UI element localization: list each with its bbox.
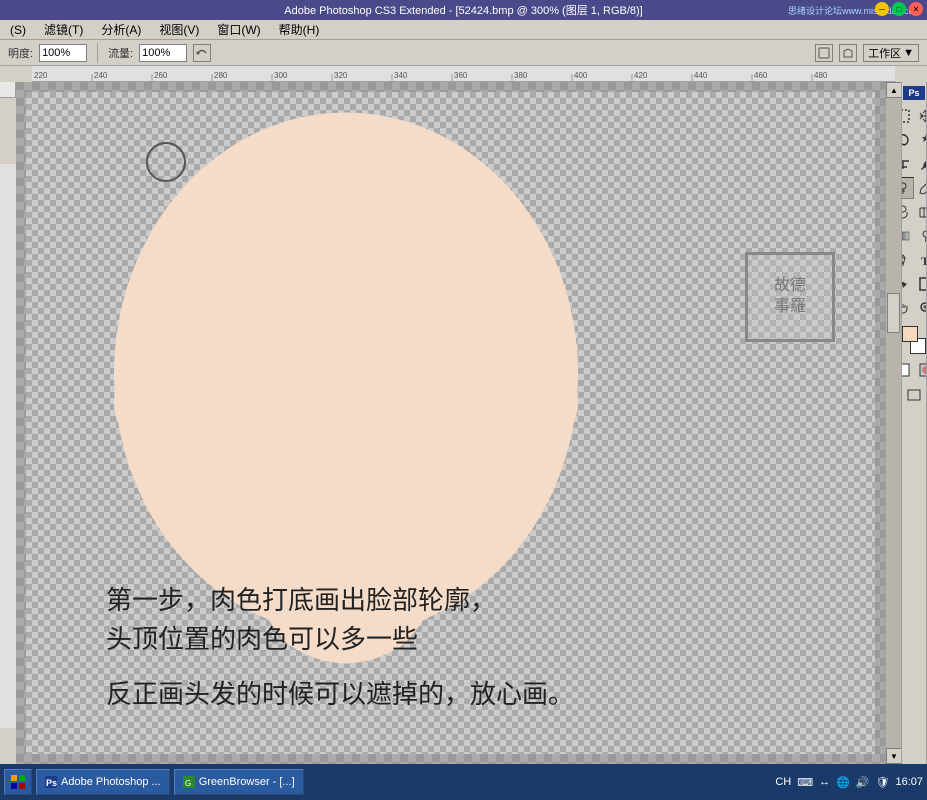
- taskbar-keyboard-icon: ⌨: [797, 776, 813, 789]
- dodge-tool[interactable]: [915, 225, 927, 247]
- watermark-stamp: 故德 事羅: [745, 252, 835, 342]
- heal-tool[interactable]: [901, 177, 914, 199]
- separator-1: [97, 43, 98, 63]
- svg-text:G: G: [185, 779, 191, 788]
- svg-text:460: 460: [754, 71, 768, 80]
- lasso-tool[interactable]: [901, 129, 914, 151]
- eyedropper-tool[interactable]: [915, 153, 927, 175]
- browser-taskbar-icon: G: [183, 776, 195, 788]
- ruler-corner: [0, 82, 16, 98]
- path-select-tool[interactable]: [901, 273, 914, 295]
- taskbar-time: 16:07: [895, 776, 923, 788]
- taskbar-right: CH ⌨ ↔ 🌐 🔊 🛡 16:07: [775, 776, 923, 789]
- svg-text:320: 320: [334, 71, 348, 80]
- menu-item-s[interactable]: (S): [4, 22, 32, 38]
- vertical-scrollbar: ▲ ▼: [885, 82, 901, 764]
- title-bar: Adobe Photoshop CS3 Extended - [52424.bm…: [0, 0, 927, 20]
- options-bar: 明度: 流量: 工作区 ▼: [0, 40, 927, 66]
- taskbar-sound-icon: 🔊: [856, 776, 870, 789]
- svg-text:340: 340: [394, 71, 408, 80]
- menu-item-window[interactable]: 窗口(W): [211, 20, 266, 39]
- minimize-button[interactable]: ─: [875, 2, 889, 16]
- opacity-input[interactable]: [39, 44, 87, 62]
- menu-item-help[interactable]: 帮助(H): [273, 20, 326, 39]
- options-icon-2[interactable]: [839, 44, 857, 62]
- marquee-tool[interactable]: [901, 105, 914, 127]
- flow-input[interactable]: [139, 44, 187, 62]
- toolbox: Ps: [901, 82, 927, 764]
- start-button[interactable]: [4, 769, 32, 795]
- type-tool[interactable]: T: [915, 249, 927, 271]
- menu-item-analyze[interactable]: 分析(A): [95, 20, 147, 39]
- ps-canvas: 故德 事羅 第一步，肉色打底画出脸部轮廓， 头顶位置的肉色可以多一些 反正画头发…: [26, 92, 875, 754]
- text-line1: 第一步，肉色打底画出脸部轮廓，: [106, 581, 574, 620]
- brush-cursor: [146, 142, 186, 182]
- options-icon-1[interactable]: [815, 44, 833, 62]
- ps-logo: Ps: [903, 86, 925, 100]
- svg-text:380: 380: [514, 71, 528, 80]
- svg-text:220: 220: [34, 71, 48, 80]
- workspace-chevron-icon: ▼: [903, 47, 914, 59]
- close-button[interactable]: ✕: [909, 2, 923, 16]
- move-tool[interactable]: [915, 105, 927, 127]
- window-controls: ─ □ ✕: [875, 2, 923, 16]
- scroll-thumb-v[interactable]: [887, 293, 900, 333]
- maximize-button[interactable]: □: [892, 2, 906, 16]
- ps-taskbar-button[interactable]: Ps Adobe Photoshop ...: [36, 769, 170, 795]
- scroll-down-button[interactable]: ▼: [886, 748, 901, 764]
- taskbar: Ps Adobe Photoshop ... G GreenBrowser - …: [0, 764, 927, 800]
- menu-bar: (S) 滤镜(T) 分析(A) 视图(V) 窗口(W) 帮助(H): [0, 20, 927, 40]
- zoom-tool[interactable]: [915, 297, 927, 319]
- main-area: 故德 事羅 第一步，肉色打底画出脸部轮廓， 头顶位置的肉色可以多一些 反正画头发…: [0, 82, 927, 764]
- svg-text:420: 420: [634, 71, 648, 80]
- taskbar-network-icon: ↔: [819, 776, 830, 788]
- clone-tool[interactable]: [901, 201, 914, 223]
- scroll-up-button[interactable]: ▲: [886, 82, 901, 98]
- eraser-tool[interactable]: [915, 201, 927, 223]
- svg-text:440: 440: [694, 71, 708, 80]
- menu-item-view[interactable]: 视图(V): [153, 20, 205, 39]
- svg-text:260: 260: [154, 71, 168, 80]
- svg-text:480: 480: [814, 71, 828, 80]
- menu-item-filter[interactable]: 滤镜(T): [38, 20, 89, 39]
- svg-text:Ps: Ps: [46, 778, 57, 788]
- pen-tool[interactable]: [901, 249, 914, 271]
- horizontal-ruler: 220 240 260 280 300 320 340 360 380 400: [32, 66, 895, 82]
- taskbar-security-icon: 🛡: [876, 776, 890, 789]
- start-icon: [10, 774, 26, 790]
- canvas-area: 故德 事羅 第一步，肉色打底画出脸部轮廓， 头顶位置的肉色可以多一些 反正画头发…: [16, 82, 901, 764]
- ps-taskbar-icon: Ps: [45, 776, 57, 788]
- svg-text:240: 240: [94, 71, 108, 80]
- taskbar-ch-icon: CH: [775, 776, 791, 788]
- svg-text:300: 300: [274, 71, 288, 80]
- crop-tool[interactable]: [901, 153, 914, 175]
- browser-taskbar-button[interactable]: G GreenBrowser - [...]: [174, 769, 304, 795]
- svg-text:360: 360: [454, 71, 468, 80]
- foreground-color-swatch[interactable]: [902, 326, 918, 342]
- ruler-ticks-h: 220 240 260 280 300 320 340 360 380 400: [32, 66, 895, 82]
- vertical-ruler: [0, 164, 16, 728]
- scroll-track-v[interactable]: [886, 98, 901, 748]
- svg-text:T: T: [921, 254, 927, 267]
- flow-label: 流量:: [108, 45, 133, 61]
- airbrush-icon[interactable]: [193, 44, 211, 62]
- text-line2: 头顶位置的肉色可以多一些: [106, 620, 574, 659]
- standard-mode-button[interactable]: [901, 359, 914, 381]
- screen-mode-button[interactable]: [903, 384, 925, 406]
- quick-mask-button[interactable]: [915, 359, 927, 381]
- window-title: Adobe Photoshop CS3 Extended - [52424.bm…: [284, 2, 642, 18]
- gradient-tool[interactable]: [901, 225, 914, 247]
- text-line3: 反正画头发的时候可以遮掉的，放心画。: [106, 675, 574, 714]
- instruction-text: 第一步，肉色打底画出脸部轮廓， 头顶位置的肉色可以多一些 反正画头发的时候可以遮…: [106, 581, 574, 714]
- workspace-dropdown[interactable]: 工作区 ▼: [863, 44, 919, 62]
- brush-tool[interactable]: [915, 177, 927, 199]
- opacity-label: 明度:: [8, 45, 33, 61]
- taskbar-globe-icon: 🌐: [836, 776, 850, 789]
- shape-tool[interactable]: [915, 273, 927, 295]
- magic-wand-tool[interactable]: [915, 129, 927, 151]
- svg-text:400: 400: [574, 71, 588, 80]
- svg-text:280: 280: [214, 71, 228, 80]
- hand-tool[interactable]: [901, 297, 914, 319]
